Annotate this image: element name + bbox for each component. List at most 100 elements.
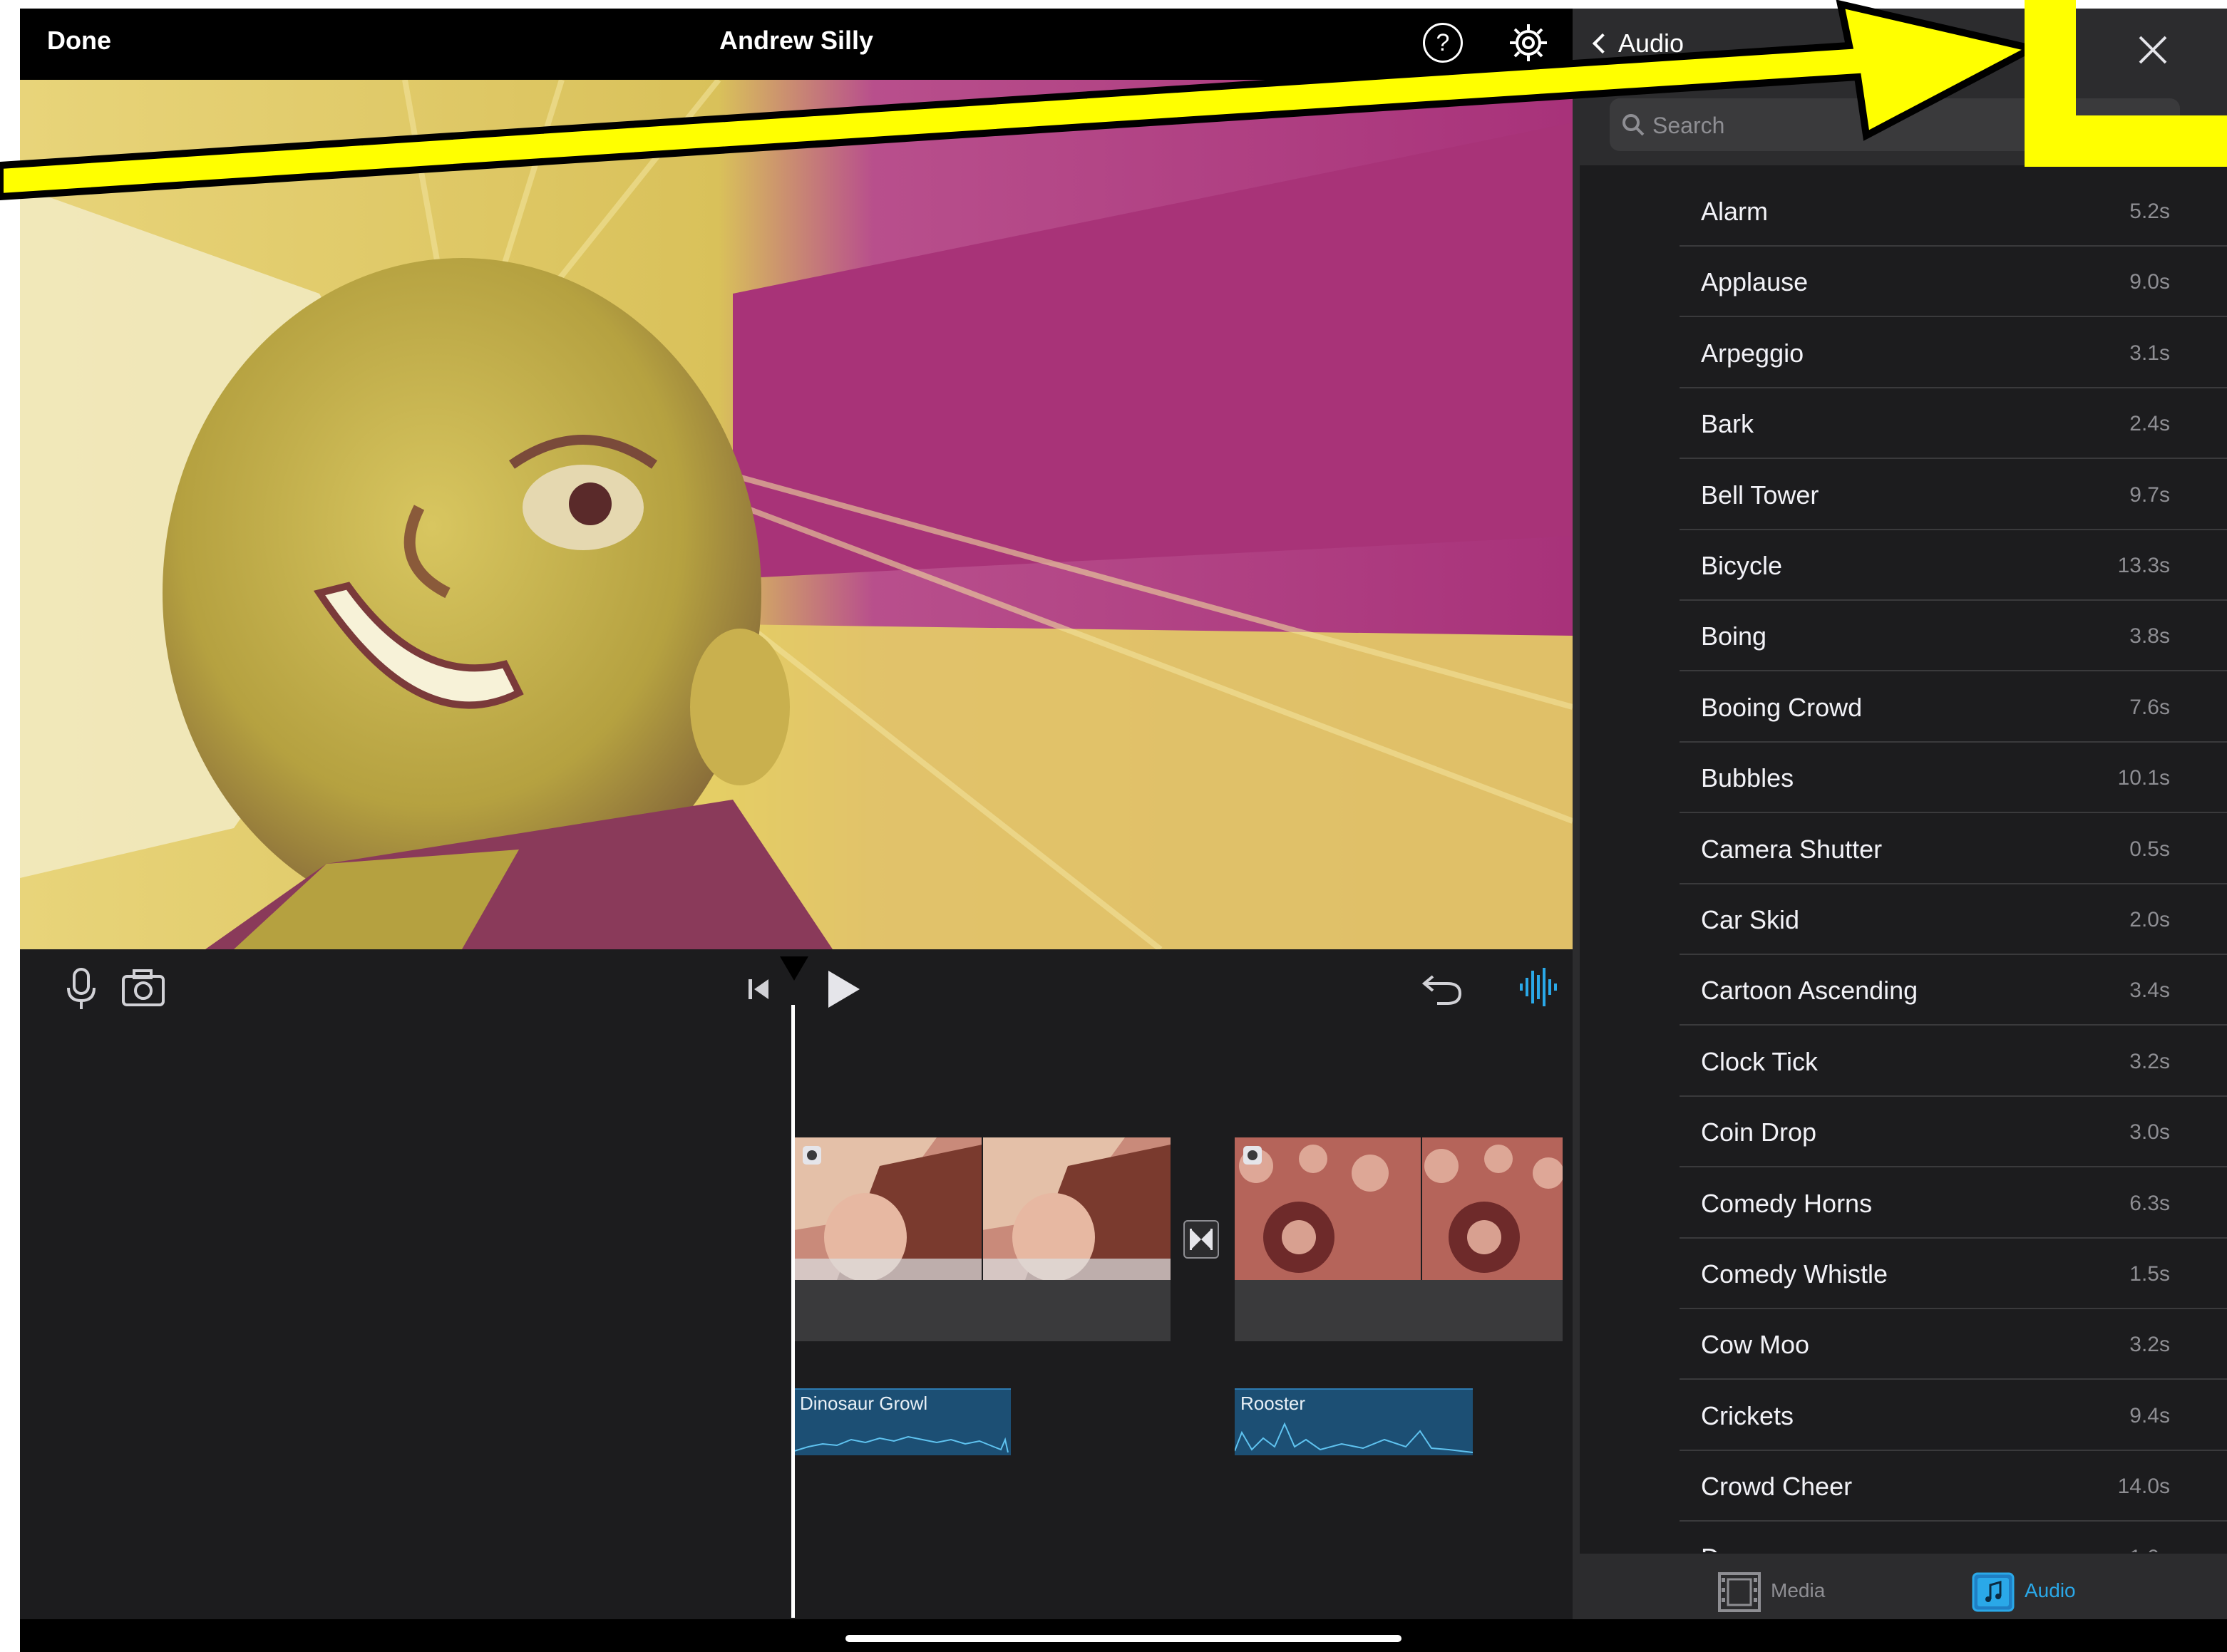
sound-duration: 3.4s (2129, 979, 2170, 1003)
sound-list-item[interactable]: Alarm 5.2s (1680, 177, 2227, 247)
camera-icon[interactable] (121, 968, 165, 1008)
home-indicator[interactable] (845, 1635, 1401, 1642)
sound-list-item[interactable]: Clock Tick 3.2s (1680, 1027, 2227, 1097)
sound-duration: 6.3s (2129, 1191, 2170, 1215)
sound-name: Cartoon Ascending (1701, 976, 1918, 1006)
undo-icon[interactable] (1421, 969, 1463, 1006)
search-input[interactable]: Search (1610, 98, 2180, 151)
audio-waveform-icon[interactable] (1518, 966, 1557, 1008)
microphone-icon[interactable] (63, 968, 100, 1011)
sound-duration: 1.0s (2129, 1546, 2170, 1552)
sound-name: Crickets (1701, 1400, 1794, 1430)
sound-list-item[interactable]: Crowd Cheer 14.0s (1680, 1452, 2227, 1522)
sound-name: Coin Drop (1701, 1117, 1817, 1147)
waveform (1235, 1422, 1473, 1453)
sound-duration: 0.5s (2129, 837, 2170, 861)
film-icon (1718, 1572, 1761, 1612)
sound-list-item[interactable]: Crickets 9.4s (1680, 1381, 2227, 1451)
sound-name: Camera Shutter (1701, 834, 1883, 864)
sound-list-item[interactable]: Camera Shutter 0.5s (1680, 815, 2227, 884)
sound-duration: 9.7s (2129, 482, 2170, 507)
sound-name: Bicycle (1701, 551, 1783, 580)
sound-duration: 9.0s (2129, 270, 2170, 294)
project-title: Andrew Silly (719, 26, 874, 55)
sound-duration: 2.0s (2129, 908, 2170, 931)
sound-list-item[interactable]: Bark 2.4s (1680, 389, 2227, 460)
sound-duration: 13.3s (2117, 554, 2170, 577)
audio-browser-panel: Audio Search Alarm 5.2s Applause 9.0s Arpegg… (1573, 9, 2227, 1619)
sound-duration: 3.1s (2129, 341, 2170, 365)
editor-top-bar: Done Andrew Silly ? (20, 9, 1573, 80)
sound-duration: 9.4s (2129, 1403, 2170, 1428)
back-button-label: Audio (1618, 29, 1685, 58)
sound-name: Alarm (1701, 197, 1769, 226)
video-preview[interactable] (20, 80, 1573, 949)
sound-effects-list: Alarm 5.2s Applause 9.0s Arpeggio 3.1s Bark 2.4… (1580, 177, 2227, 1552)
sound-duration: 7.6s (2129, 695, 2170, 719)
audio-clip-label: Rooster (1240, 1393, 1306, 1414)
sound-duration: 3.0s (2129, 1120, 2170, 1145)
sound-list-item[interactable]: Cow Moo 3.2s (1680, 1310, 2227, 1380)
sound-name: Crowd Cheer (1701, 1472, 1853, 1502)
sound-list-item[interactable]: Coin Drop 3.0s (1680, 1098, 2227, 1168)
sound-name: Comedy Horns (1701, 1188, 1873, 1218)
transition-button[interactable] (1183, 1220, 1219, 1259)
sound-list-item[interactable]: Comedy Horns 6.3s (1680, 1169, 2227, 1239)
sound-duration: 2.4s (2129, 412, 2170, 436)
sound-duration: 5.2s (2129, 200, 2170, 223)
sound-list-item[interactable]: Arpeggio 3.1s (1680, 319, 2227, 388)
sound-list-item[interactable]: Applause 9.0s (1680, 247, 2227, 318)
search-icon (1622, 114, 1645, 136)
sound-duration: 10.1s (2117, 766, 2170, 790)
sound-list-item[interactable]: Bicycle 13.3s (1680, 531, 2227, 601)
sound-name: Bubbles (1701, 763, 1794, 793)
sound-name: D... (1701, 1543, 1741, 1552)
sound-list-item[interactable]: D... 1.0s (1680, 1523, 2227, 1552)
sound-list-item[interactable]: Bubbles 10.1s (1680, 743, 2227, 814)
skip-to-start-icon[interactable] (746, 975, 771, 1003)
sound-list-item[interactable]: Bell Tower 9.7s (1680, 460, 2227, 530)
sound-name: Bark (1701, 409, 1754, 439)
video-clip-1-audio-track (794, 1280, 1171, 1341)
sound-duration: 3.2s (2129, 1049, 2170, 1073)
help-icon[interactable]: ? (1423, 23, 1463, 63)
sound-list-item[interactable]: Car Skid 2.0s (1680, 885, 2227, 955)
video-clip-1[interactable] (794, 1137, 1171, 1280)
close-icon[interactable] (2136, 33, 2170, 67)
sound-list-item[interactable]: Cartoon Ascending 3.4s (1680, 956, 2227, 1026)
sound-name: Booing Crowd (1701, 692, 1863, 722)
browser-tab-bar: Media Audio (1580, 1554, 2227, 1619)
video-clip-2-audio-track (1235, 1280, 1563, 1341)
back-button[interactable]: Audio (1592, 29, 1685, 58)
sound-name: Clock Tick (1701, 1046, 1819, 1076)
sound-duration: 3.2s (2129, 1333, 2170, 1357)
play-icon[interactable] (824, 968, 863, 1011)
sound-name: Comedy Whistle (1701, 1259, 1888, 1289)
sound-name: Arpeggio (1701, 338, 1804, 368)
sound-name: Car Skid (1701, 905, 1800, 934)
tab-audio-label: Audio (2025, 1579, 2076, 1601)
transition-icon (1190, 1229, 1213, 1250)
search-placeholder: Search (1652, 113, 1725, 138)
sound-list-item[interactable]: Booing Crowd 7.6s (1680, 673, 2227, 743)
playhead-line[interactable] (791, 1005, 795, 1618)
sound-duration: 3.8s (2129, 624, 2170, 649)
sound-list-item[interactable]: Boing 3.8s (1680, 602, 2227, 672)
audio-clip-rooster[interactable]: Rooster (1235, 1388, 1473, 1455)
gear-icon[interactable] (1507, 21, 1550, 64)
imovie-window: Done Andrew Silly ? Dinosaur Growl Roost… (20, 9, 2227, 1652)
sound-duration: 1.5s (2129, 1262, 2170, 1286)
audio-clip-dinosaur-growl[interactable]: Dinosaur Growl (794, 1388, 1011, 1455)
chevron-left-icon (1592, 33, 1613, 54)
video-clip-2[interactable] (1235, 1137, 1563, 1280)
sound-duration: 14.0s (2117, 1475, 2170, 1499)
sound-list-item[interactable]: Comedy Whistle 1.5s (1680, 1239, 2227, 1309)
tab-media-label: Media (1771, 1579, 1826, 1601)
sound-name: Bell Tower (1701, 480, 1819, 510)
sound-name: Applause (1701, 267, 1809, 297)
panel-header: Audio Search (1580, 9, 2227, 165)
playhead-marker[interactable] (780, 956, 808, 981)
sound-name: Cow Moo (1701, 1330, 1810, 1360)
waveform (794, 1435, 1009, 1453)
sound-name: Boing (1701, 621, 1767, 651)
